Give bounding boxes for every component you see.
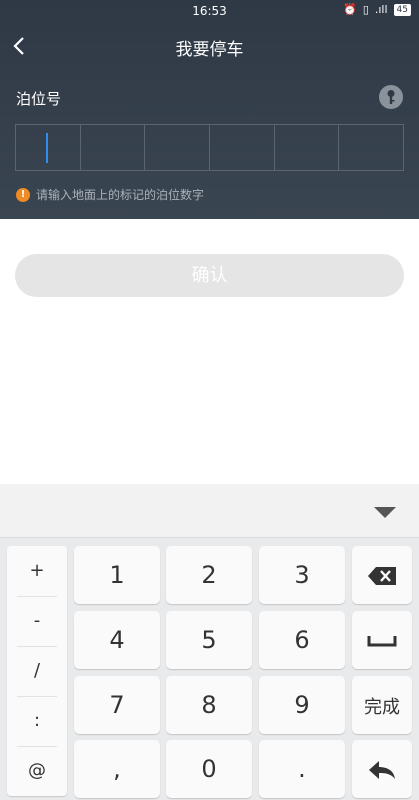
key-label: 7 bbox=[109, 691, 125, 719]
key-1[interactable]: 1 bbox=[74, 546, 160, 604]
key-label: 0 bbox=[201, 755, 217, 783]
chevron-down-icon[interactable] bbox=[373, 504, 397, 520]
vibrate-icon: ▯ bbox=[362, 3, 369, 16]
space-icon bbox=[367, 636, 397, 647]
key-icon[interactable] bbox=[379, 85, 403, 109]
code-box[interactable] bbox=[275, 125, 340, 170]
key-0[interactable]: 0 bbox=[166, 740, 252, 798]
key-8[interactable]: 8 bbox=[166, 676, 252, 734]
key-4[interactable]: 4 bbox=[74, 611, 160, 669]
key-9[interactable]: 9 bbox=[259, 676, 345, 734]
symbol-key-slash[interactable]: / bbox=[7, 646, 67, 696]
key-label: 8 bbox=[201, 691, 217, 719]
confirm-button[interactable]: 确认 bbox=[15, 254, 404, 297]
code-box[interactable] bbox=[16, 125, 81, 170]
hint-text: 请输入地面上的标记的泊位数字 bbox=[36, 188, 205, 202]
input-hint: ! 请输入地面上的标记的泊位数字 bbox=[16, 186, 204, 203]
text-caret bbox=[46, 133, 48, 163]
key-label: 3 bbox=[294, 561, 310, 589]
key-6[interactable]: 6 bbox=[259, 611, 345, 669]
symbol-key-at[interactable]: @ bbox=[7, 746, 67, 796]
key-label: 完成 bbox=[364, 697, 400, 718]
code-box[interactable] bbox=[339, 125, 403, 170]
code-box[interactable] bbox=[81, 125, 146, 170]
nav-bar: 我要停车 bbox=[0, 22, 419, 70]
symbol-key-colon[interactable]: : bbox=[7, 696, 67, 746]
signal-icon: .ıll bbox=[374, 3, 388, 16]
key-label: 4 bbox=[109, 626, 125, 654]
key-label: 2 bbox=[201, 561, 217, 589]
symbol-column: + - / : @ bbox=[7, 546, 67, 796]
enter-icon bbox=[369, 761, 395, 779]
key-label: 9 bbox=[294, 691, 310, 719]
battery-icon: 45 bbox=[393, 4, 411, 16]
backspace-icon bbox=[368, 567, 396, 585]
key-5[interactable]: 5 bbox=[166, 611, 252, 669]
berth-label: 泊位号 bbox=[16, 90, 62, 108]
key-label: 1 bbox=[109, 561, 125, 589]
key-label: , bbox=[113, 755, 121, 783]
warning-icon: ! bbox=[16, 187, 30, 202]
header-panel: 16:53 ⏰ ▯ .ıll 45 我要停车 泊位号 ! 请输入地面上的标记的泊… bbox=[0, 0, 419, 219]
space-key[interactable] bbox=[352, 611, 412, 669]
berth-code-input[interactable] bbox=[15, 124, 404, 171]
done-key[interactable]: 完成 bbox=[352, 676, 412, 734]
code-box[interactable] bbox=[210, 125, 275, 170]
dot-key[interactable]: . bbox=[259, 740, 345, 798]
enter-key[interactable] bbox=[352, 740, 412, 798]
symbol-key-minus[interactable]: - bbox=[7, 596, 67, 646]
key-label: 5 bbox=[201, 626, 217, 654]
key-2[interactable]: 2 bbox=[166, 546, 252, 604]
comma-key[interactable]: , bbox=[74, 740, 160, 798]
key-7[interactable]: 7 bbox=[74, 676, 160, 734]
symbol-key-plus[interactable]: + bbox=[7, 546, 67, 596]
numeric-keyboard: + - / : @ 1 2 3 4 5 6 7 8 9 完成 , 0 . bbox=[0, 484, 419, 800]
key-label: . bbox=[298, 755, 306, 783]
key-label: 6 bbox=[294, 626, 310, 654]
key-3[interactable]: 3 bbox=[259, 546, 345, 604]
alarm-icon: ⏰ bbox=[343, 3, 357, 16]
backspace-key[interactable] bbox=[352, 546, 412, 604]
page-title: 我要停车 bbox=[175, 40, 244, 60]
status-bar: 16:53 ⏰ ▯ .ıll 45 bbox=[0, 0, 419, 22]
keyboard-toolbar bbox=[0, 484, 419, 538]
code-box[interactable] bbox=[145, 125, 211, 170]
